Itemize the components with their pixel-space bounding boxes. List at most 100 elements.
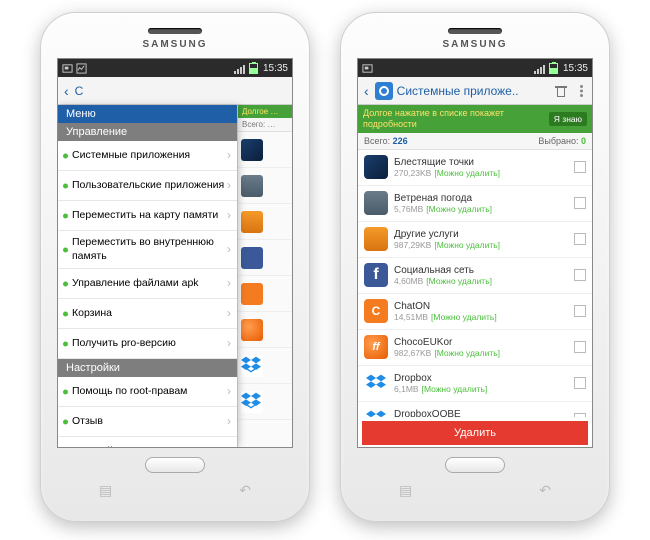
menu-label: Переместить на карту памяти bbox=[72, 209, 218, 223]
menu-softkey-icon[interactable]: ▤ bbox=[99, 482, 112, 499]
total-label: Всего: bbox=[364, 136, 390, 146]
menu-label: Переместить во внутреннюю память bbox=[72, 236, 227, 263]
removable-tag: [Можно удалить] bbox=[434, 348, 500, 358]
app-row[interactable]: Ветреная погода5,76MB[Можно удалить] bbox=[358, 186, 592, 222]
home-button[interactable] bbox=[445, 457, 505, 473]
app-size: 987,29KB bbox=[394, 240, 431, 250]
menu-settings[interactable]: Настройки› bbox=[58, 437, 237, 447]
app-row[interactable]: ff ChocoEUKor982,67KB[Можно удалить] bbox=[358, 330, 592, 366]
status-bar: 15:35 bbox=[358, 59, 592, 77]
app-name: Ветреная погода bbox=[394, 193, 568, 204]
checkbox[interactable] bbox=[574, 269, 586, 281]
app-name: Социальная сеть bbox=[394, 265, 568, 276]
section-header-settings: Настройки bbox=[58, 359, 237, 377]
stats-strip: Всего: … bbox=[238, 118, 292, 132]
screenshot-icon bbox=[62, 63, 73, 74]
menu-label: Помощь по root-правам bbox=[72, 385, 187, 399]
back-softkey-icon[interactable]: ↶ bbox=[539, 482, 551, 499]
signal-icon bbox=[234, 63, 246, 74]
home-button[interactable] bbox=[145, 457, 205, 473]
tip-text: Долгое нажатие в списке покажет подробно… bbox=[363, 108, 545, 130]
app-icon-choco: ff bbox=[364, 335, 388, 359]
menu-label: Настройки bbox=[72, 445, 124, 447]
menu-user-apps[interactable]: Пользовательские приложения› bbox=[58, 171, 237, 201]
back-icon[interactable]: ‹ bbox=[362, 83, 371, 99]
bullet-icon bbox=[63, 153, 68, 158]
menu-trash[interactable]: Корзина› bbox=[58, 299, 237, 329]
checkbox[interactable] bbox=[574, 161, 586, 173]
earpiece bbox=[148, 28, 202, 34]
app-row[interactable]: Другие услуги987,29KB[Можно удалить] bbox=[358, 222, 592, 258]
delete-action-icon[interactable] bbox=[554, 84, 568, 98]
removable-tag: [Можно удалить] bbox=[434, 240, 500, 250]
app-row[interactable]: Dropbox6,1MB[Можно удалить] bbox=[358, 366, 592, 402]
app-list[interactable]: Блестящие точки270,23KB[Можно удалить] В… bbox=[358, 150, 592, 417]
screen-left: 15:35 ‹ С Долгое … Всего: … bbox=[57, 58, 293, 448]
behind-content: Долгое … Всего: … bbox=[238, 105, 292, 447]
bg-icon-ff bbox=[241, 319, 263, 341]
app-name: Блестящие точки bbox=[394, 157, 568, 168]
app-size: 6,1MB bbox=[394, 384, 419, 394]
nav-drawer[interactable]: Меню Управление Системные приложения› По… bbox=[58, 105, 238, 447]
bg-icon-db bbox=[241, 355, 263, 377]
screenshot-icon bbox=[362, 63, 373, 74]
bg-icon-other bbox=[241, 211, 263, 233]
chevron-right-icon: › bbox=[227, 242, 231, 258]
app-icon bbox=[375, 82, 393, 100]
app-icon-dropbox bbox=[364, 371, 388, 395]
menu-label: Отзыв bbox=[72, 415, 103, 429]
app-row[interactable]: f Социальная сеть4,60MB[Можно удалить] bbox=[358, 258, 592, 294]
app-size: 14,51MB bbox=[394, 312, 428, 322]
selected-value: 0 bbox=[581, 136, 586, 146]
checkbox[interactable] bbox=[574, 377, 586, 389]
title-fragment: С bbox=[75, 84, 84, 98]
app-icon-other bbox=[364, 227, 388, 251]
menu-root-help[interactable]: Помощь по root-правам › bbox=[58, 377, 237, 407]
checkbox[interactable] bbox=[574, 305, 586, 317]
delete-button[interactable]: Удалить bbox=[362, 421, 588, 445]
back-softkey-icon[interactable]: ↶ bbox=[239, 482, 251, 499]
removable-tag: [Можно удалить] bbox=[422, 384, 488, 394]
stats-row: Всего: 226 Выбрано: 0 bbox=[358, 133, 592, 150]
phone-left: SAMSUNG 15:35 bbox=[40, 12, 310, 522]
app-row[interactable]: Блестящие точки270,23KB[Можно удалить] bbox=[358, 150, 592, 186]
app-icon-chaton: C bbox=[364, 299, 388, 323]
checkbox[interactable] bbox=[574, 413, 586, 417]
titlebar: ‹ С bbox=[58, 77, 292, 105]
battery-icon bbox=[249, 63, 258, 74]
selected-label: Выбрано: bbox=[538, 136, 578, 146]
menu-get-pro[interactable]: Получить pro-версию› bbox=[58, 329, 237, 359]
checkbox[interactable] bbox=[574, 341, 586, 353]
chevron-right-icon: › bbox=[227, 384, 231, 400]
app-name: ChocoEUKor bbox=[394, 337, 568, 348]
menu-move-internal[interactable]: Переместить во внутреннюю память› bbox=[58, 231, 237, 269]
menu-apk-files[interactable]: Управление файлами apk› bbox=[58, 269, 237, 299]
removable-tag: [Можно удалить] bbox=[426, 204, 492, 214]
bullet-icon bbox=[63, 419, 68, 424]
chevron-right-icon: › bbox=[227, 148, 231, 164]
bg-icon-dots bbox=[241, 139, 263, 161]
app-row[interactable]: C ChatON14,51MB[Можно удалить] bbox=[358, 294, 592, 330]
app-size: 270,23KB bbox=[394, 168, 431, 178]
overflow-menu-icon[interactable] bbox=[574, 84, 588, 98]
bullet-icon bbox=[63, 247, 68, 252]
tip-dismiss-button[interactable]: Я знаю bbox=[549, 112, 587, 126]
menu-system-apps[interactable]: Системные приложения› bbox=[58, 141, 237, 171]
bullet-icon bbox=[63, 183, 68, 188]
menu-softkey-icon[interactable]: ▤ bbox=[399, 482, 412, 499]
menu-move-sd[interactable]: Переместить на карту памяти› bbox=[58, 201, 237, 231]
menu-label: Пользовательские приложения bbox=[72, 179, 224, 193]
removable-tag: [Можно удалить] bbox=[431, 312, 497, 322]
clock: 15:35 bbox=[561, 63, 588, 74]
back-icon[interactable]: ‹ bbox=[62, 83, 71, 99]
checkbox[interactable] bbox=[574, 197, 586, 209]
menu-label: Управление файлами apk bbox=[72, 277, 199, 291]
app-icon-dots bbox=[364, 155, 388, 179]
bg-icon-chaton bbox=[241, 283, 263, 305]
bullet-icon bbox=[63, 213, 68, 218]
checkbox[interactable] bbox=[574, 233, 586, 245]
app-row[interactable]: DropboxOOBE1,13MB[Можно удалить] bbox=[358, 402, 592, 417]
app-size: 5,76MB bbox=[394, 204, 423, 214]
menu-feedback[interactable]: Отзыв› bbox=[58, 407, 237, 437]
drawer-title: Меню bbox=[58, 105, 237, 123]
